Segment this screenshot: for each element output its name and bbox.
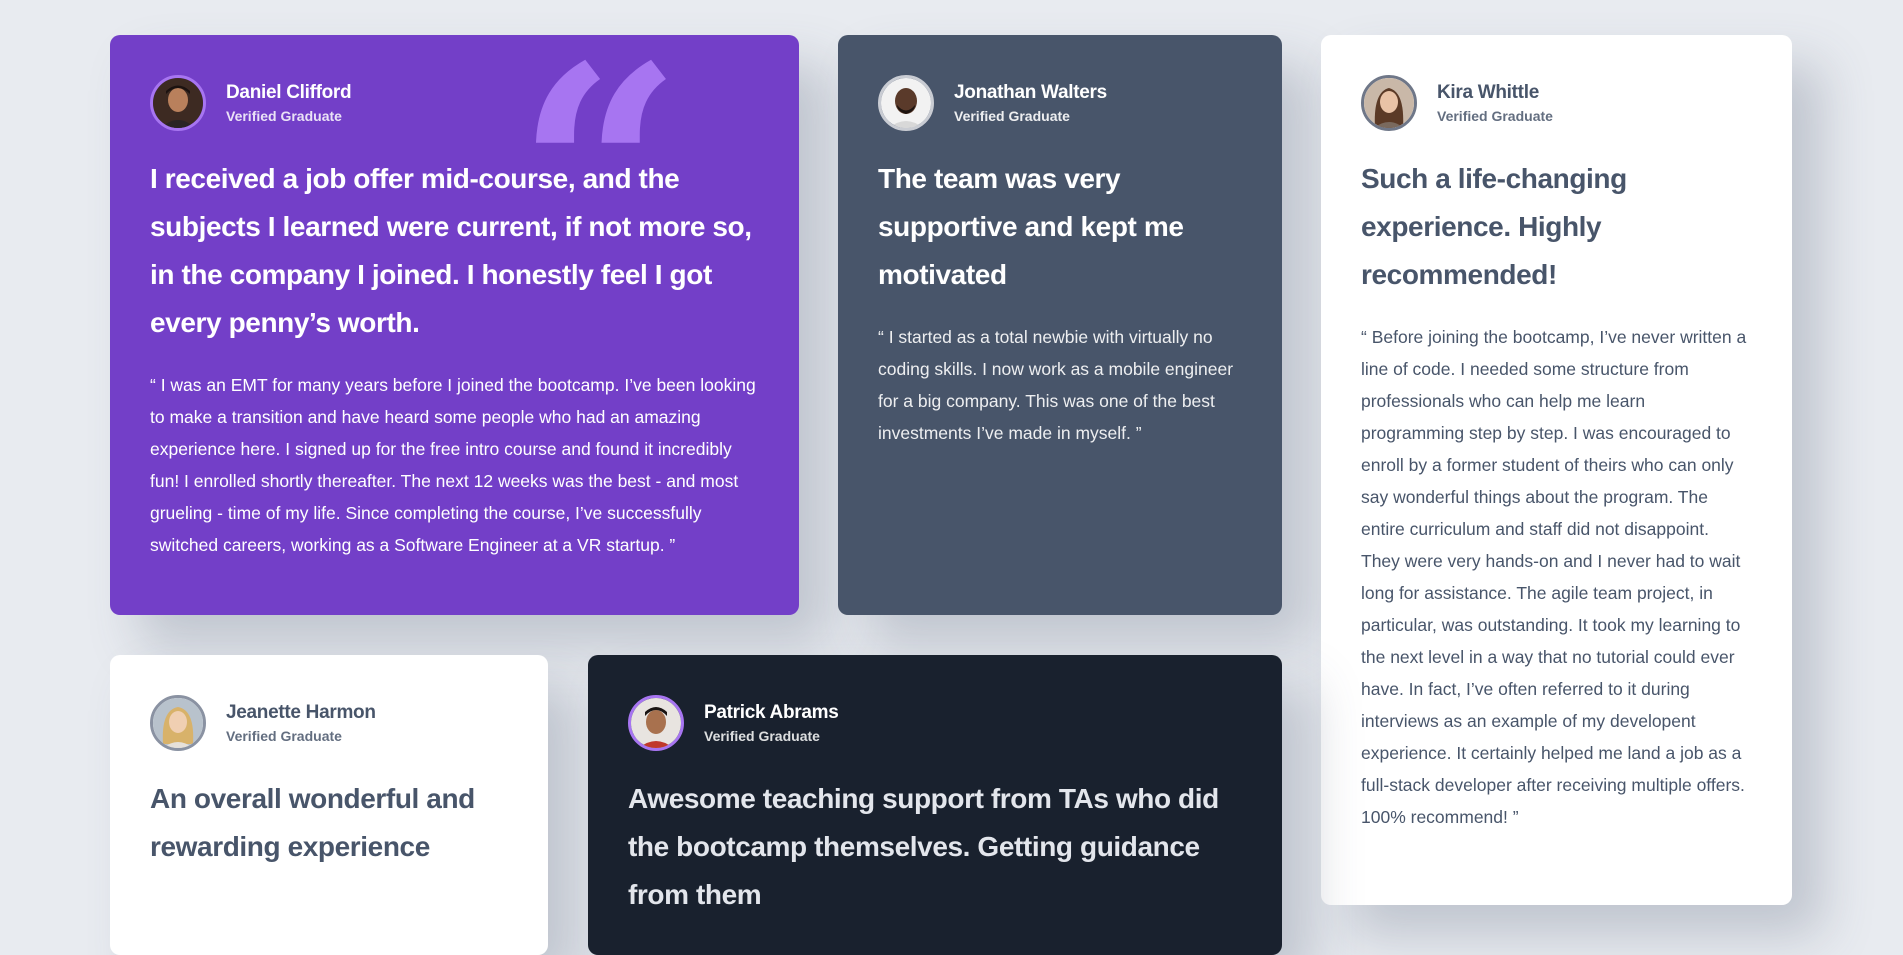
testimonial-quote: “ Before joining the bootcamp, I’ve neve…: [1361, 327, 1747, 827]
author-info: Kira Whittle Verified Graduate: [1361, 75, 1752, 131]
author-status: Verified Graduate: [1437, 108, 1553, 124]
author-name: Patrick Abrams: [704, 702, 839, 723]
testimonial-headline: Such a life-changing experience. Highly …: [1361, 163, 1627, 290]
author-name: Jonathan Walters: [954, 82, 1107, 103]
avatar: [150, 75, 206, 131]
testimonial-headline: The team was very supportive and kept me…: [878, 163, 1184, 290]
avatar-portrait-icon: [881, 78, 931, 128]
avatar-portrait-icon: [153, 698, 203, 748]
author-status: Verified Graduate: [226, 728, 342, 744]
avatar: [628, 695, 684, 751]
testimonial-quote: “ I was an EMT for many years before I j…: [150, 375, 756, 555]
avatar-portrait-icon: [1364, 78, 1414, 128]
avatar-portrait-icon: [153, 78, 203, 128]
author-status: Verified Graduate: [226, 108, 342, 124]
avatar: [150, 695, 206, 751]
author-name: Kira Whittle: [1437, 82, 1539, 103]
author-status: Verified Graduate: [954, 108, 1070, 124]
testimonial-headline: I received a job offer mid-course, and t…: [150, 163, 752, 338]
author-info: Patrick Abrams Verified Graduate: [628, 695, 1242, 751]
author-name: Daniel Clifford: [226, 82, 352, 103]
testimonial-headline: Awesome teaching support from TAs who di…: [628, 783, 1219, 910]
author-status: Verified Graduate: [704, 728, 820, 744]
testimonial-headline: An overall wonderful and rewarding exper…: [150, 783, 475, 862]
avatar: [1361, 75, 1417, 131]
avatar-portrait-icon: [631, 698, 681, 748]
testimonial-card-jeanette-harmon: Jeanette Harmon Verified Graduate An ove…: [110, 655, 548, 955]
author-info: Daniel Clifford Verified Graduate: [150, 75, 759, 131]
author-info: Jeanette Harmon Verified Graduate: [150, 695, 508, 751]
testimonial-card-patrick-abrams: Patrick Abrams Verified Graduate Awesome…: [588, 655, 1282, 955]
testimonial-card-jonathan-walters: Jonathan Walters Verified Graduate The t…: [838, 35, 1282, 615]
author-name: Jeanette Harmon: [226, 702, 376, 723]
testimonial-quote: “ I started as a total newbie with virtu…: [878, 327, 1234, 443]
author-info: Jonathan Walters Verified Graduate: [878, 75, 1242, 131]
testimonial-card-daniel-clifford: “ Daniel Clifford Verified Graduate I re…: [110, 35, 799, 615]
avatar: [878, 75, 934, 131]
testimonial-card-kira-whittle: Kira Whittle Verified Graduate Such a li…: [1321, 35, 1792, 905]
